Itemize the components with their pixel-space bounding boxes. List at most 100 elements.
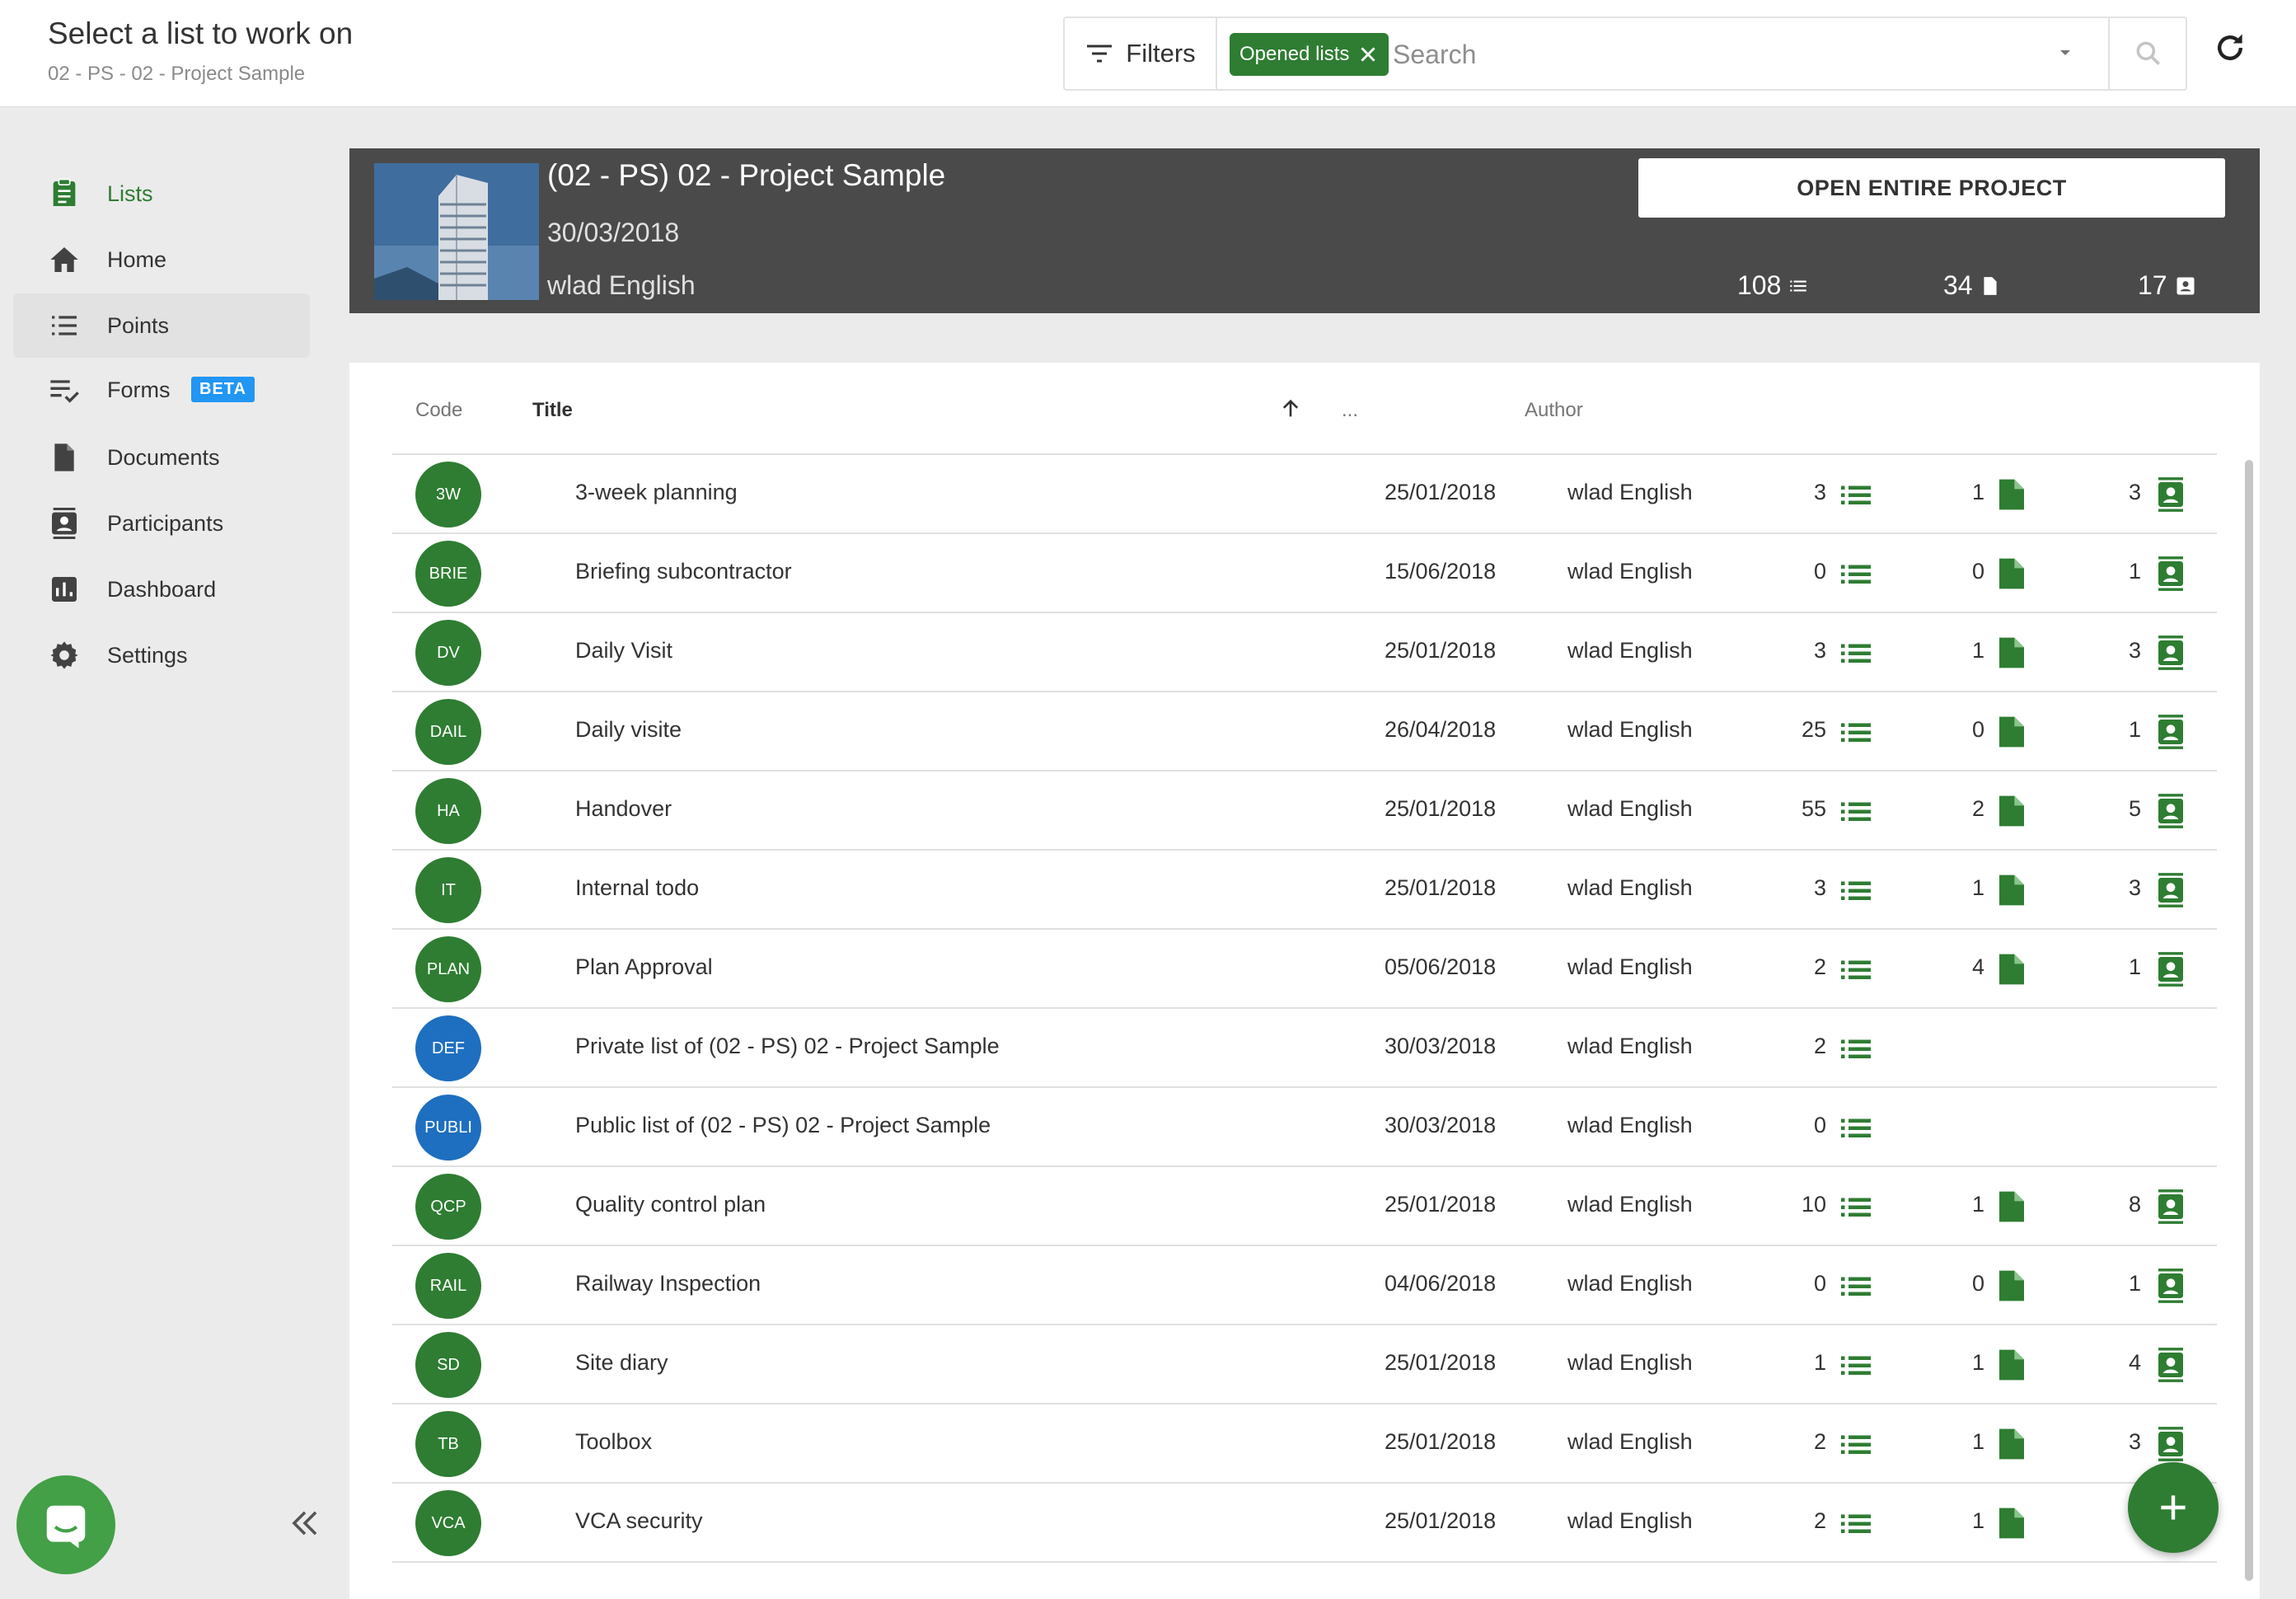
open-entire-project-button[interactable]: OPEN ENTIRE PROJECT (1638, 158, 2225, 218)
table-row[interactable]: DV Daily Visit 25/01/2018 wlad English 3 1 3 (392, 613, 2217, 692)
participants-count: 3 (2128, 638, 2141, 663)
table-row[interactable]: IT Internal todo 25/01/2018 wlad English 3 1 3 (392, 851, 2217, 930)
contact-icon (2154, 872, 2187, 908)
table-row[interactable]: BRIE Briefing subcontractor 15/06/2018 wlad… (392, 534, 2217, 613)
participants-count: 1 (2128, 954, 2141, 979)
participants-count: 17 (2138, 270, 2167, 300)
table-row[interactable]: 3W 3-week planning 25/01/2018 wlad English 3… (392, 455, 2217, 534)
list-icon (1839, 561, 1872, 586)
list-author: wlad English (1567, 1429, 1693, 1454)
sidebar-item-lists[interactable]: Lists (13, 162, 310, 226)
list-title: VCA security (575, 1508, 703, 1533)
sidebar-item-label: Settings (107, 642, 188, 668)
list-icon (1839, 1115, 1872, 1140)
contact-icon (52, 508, 77, 539)
list-icon (1839, 1432, 1872, 1456)
list-icon (1839, 1511, 1872, 1536)
table-row[interactable]: RAIL Railway Inspection 04/06/2018 wlad Eng… (392, 1246, 2217, 1325)
document-icon (1998, 636, 2026, 669)
search-button[interactable] (2108, 18, 2187, 89)
list-date: 26/04/2018 (1385, 717, 1497, 742)
add-list-button[interactable] (2128, 1462, 2219, 1553)
sidebar-item-documents[interactable]: Documents (13, 425, 310, 490)
list-icon (1839, 1194, 1872, 1219)
sidebar-item-settings[interactable]: Settings (13, 623, 310, 687)
documents-count: 1 (1971, 638, 1984, 663)
checklist-icon (50, 380, 79, 403)
list-code-badge: DAIL (415, 699, 481, 765)
document-icon (1998, 478, 2026, 511)
document-icon (1998, 953, 2026, 986)
close-icon[interactable] (1357, 44, 1379, 65)
list-title: Private list of (02 - PS) 02 - Project S… (575, 1034, 1000, 1058)
points-count: 3 (1813, 875, 1826, 900)
table-row[interactable]: DEF Private list of (02 - PS) 02 - Projec… (392, 1009, 2217, 1088)
table-row[interactable]: PLAN Plan Approval 05/06/2018 wlad English 2… (392, 930, 2217, 1009)
table-row[interactable]: SD Site diary 25/01/2018 wlad English 1 1 4 (392, 1325, 2217, 1404)
contact-icon (2154, 635, 2187, 671)
list-title: Toolbox (575, 1429, 653, 1454)
documents-count: 1 (1971, 1192, 1984, 1217)
points-count: 2 (1813, 1508, 1826, 1533)
scrollbar[interactable] (2245, 460, 2253, 1581)
table-row[interactable]: DAIL Daily visite 26/04/2018 wlad English 25… (392, 692, 2217, 771)
sidebar-item-home[interactable]: Home (13, 227, 310, 292)
sidebar-item-points[interactable]: Points (13, 293, 310, 358)
list-date: 25/01/2018 (1385, 1192, 1497, 1217)
column-header-code[interactable]: Code (415, 399, 462, 422)
column-header-title[interactable]: Title (532, 399, 573, 422)
filters-button[interactable]: Filters (1065, 18, 1217, 89)
page-subtitle: 02 - PS - 02 - Project Sample (48, 63, 306, 85)
dropdown-arrow-icon[interactable] (2055, 43, 2075, 63)
document-icon (1998, 1269, 2026, 1302)
list-code-badge: SD (415, 1332, 481, 1398)
list-code-badge: DEF (415, 1015, 481, 1081)
table-row[interactable]: HA Handover 25/01/2018 wlad English 55 2 5 (392, 771, 2217, 851)
list-title: Daily visite (575, 717, 682, 742)
list-author: wlad English (1567, 796, 1693, 821)
document-icon (1998, 874, 2026, 907)
lists-table: Code Title ... Author 3W 3-week planning 2… (349, 363, 2260, 1599)
table-row[interactable]: VCA VCA security 25/01/2018 wlad English 2 1 (392, 1484, 2217, 1563)
list-icon (1839, 1273, 1872, 1298)
chat-icon (46, 1505, 86, 1549)
points-count: 0 (1813, 1271, 1826, 1296)
participants-count: 1 (2128, 717, 2141, 742)
document-icon (1998, 795, 2026, 828)
table-row[interactable]: QCP Quality control plan 25/01/2018 wlad En… (392, 1167, 2217, 1246)
column-header-author[interactable]: Author (1525, 399, 1583, 422)
project-participants-count: 17 (2138, 270, 2197, 301)
project-thumbnail (374, 163, 539, 300)
table-row[interactable]: PUBLI Public list of (02 - PS) 02 - Proje… (392, 1088, 2217, 1167)
gear-icon (50, 641, 78, 669)
contact-icon (2154, 476, 2187, 513)
top-bar: Select a list to work on 02 - PS - 02 - … (0, 0, 2296, 107)
chat-support-button[interactable] (16, 1475, 115, 1574)
list-icon (1839, 799, 1872, 823)
points-count: 1 (1813, 1350, 1826, 1375)
list-title: Site diary (575, 1350, 668, 1375)
list-icon (1839, 482, 1872, 507)
list-title: Briefing subcontractor (575, 559, 792, 584)
project-banner: (02 - PS) 02 - Project Sample 30/03/2018… (349, 148, 2260, 313)
project-title: (02 - PS) 02 - Project Sample (547, 158, 946, 192)
search-input[interactable] (1393, 33, 2052, 76)
sidebar-item-label: Participants (107, 510, 224, 536)
list-code-badge: HA (415, 778, 481, 844)
list-icon (1839, 957, 1872, 982)
project-date: 30/03/2018 (547, 218, 680, 247)
refresh-icon[interactable] (2212, 30, 2248, 66)
points-count: 0 (1813, 559, 1826, 584)
sidebar-item-participants[interactable]: Participants (13, 491, 310, 556)
points-count: 2 (1813, 1034, 1826, 1058)
sort-ascending-icon[interactable] (1279, 397, 1302, 420)
contact-icon (2154, 714, 2187, 750)
list-date: 25/01/2018 (1385, 796, 1497, 821)
table-row[interactable]: TB Toolbox 25/01/2018 wlad English 2 1 3 (392, 1404, 2217, 1484)
column-header-date[interactable]: ... (1342, 399, 1358, 422)
opened-lists-chip: Opened lists (1230, 33, 1389, 76)
collapse-sidebar-icon[interactable] (288, 1508, 321, 1538)
sidebar-item-dashboard[interactable]: Dashboard (13, 557, 310, 621)
sidebar-item-forms[interactable]: Forms BETA (13, 358, 310, 422)
list-code-badge: VCA (415, 1490, 481, 1556)
